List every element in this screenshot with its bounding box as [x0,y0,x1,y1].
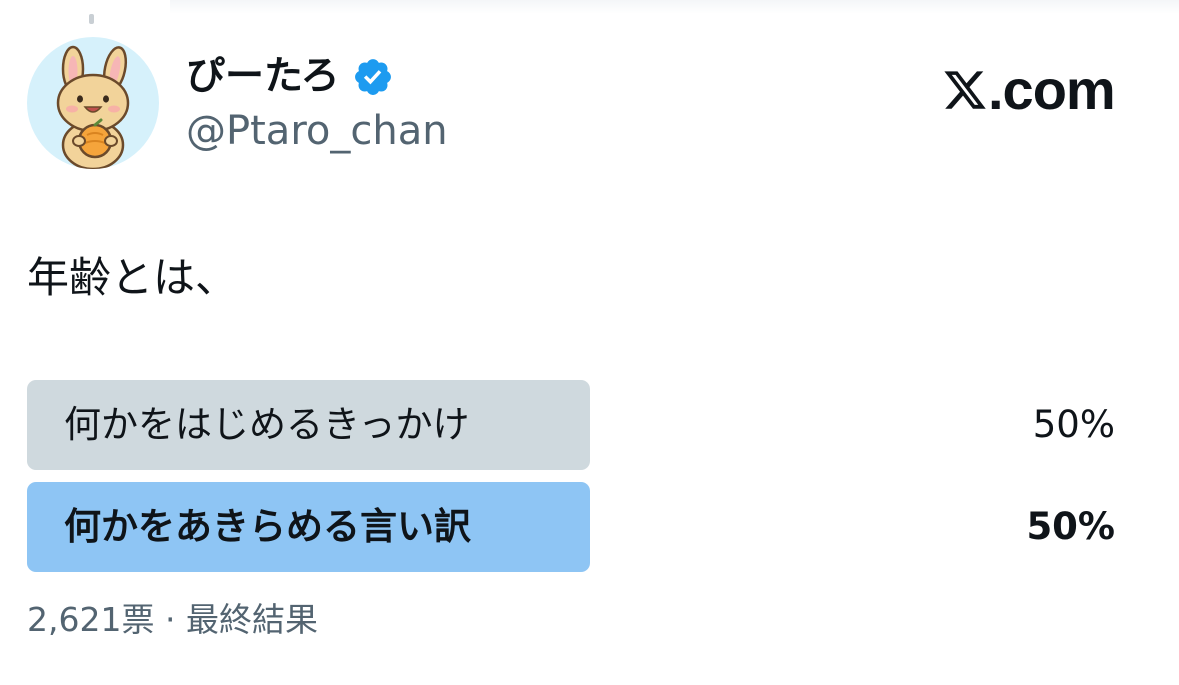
top-edge-fade [170,0,1179,14]
poll-option-percent: 50% [1026,505,1115,548]
poll-option-percent: 50% [1032,403,1115,446]
author-name-row[interactable]: ぴーたろ [186,52,394,102]
author-display-name[interactable]: ぴーたろ [186,52,340,102]
tweet-text: 年齢とは、 [27,253,238,302]
avatar[interactable] [27,37,159,169]
top-edge-mark [89,14,94,24]
poll-option[interactable]: 何かをはじめるきっかけ 50% [27,380,1127,470]
poll-status: 最終結果 [185,600,318,639]
x-logo-icon [944,71,986,109]
author-handle[interactable]: @Ptaro_chan [186,106,448,156]
poll-option-winner[interactable]: 何かをあきらめる言い訳 50% [27,482,1127,572]
x-domain-text: .com [988,58,1116,121]
poll: 何かをはじめるきっかけ 50% 何かをあきらめる言い訳 50% [27,380,1127,584]
poll-option-label: 何かをあきらめる言い訳 [64,505,471,548]
poll-vote-count: 2,621票 [27,600,155,639]
bunny-avatar-icon [56,45,130,169]
verified-badge-icon [354,59,391,95]
poll-meta: 2,621票 · 最終結果 [27,597,318,643]
poll-option-label: 何かをはじめるきっかけ [64,403,470,446]
x-brand-logo: .com [942,58,1116,121]
poll-meta-separator: · [164,600,176,639]
